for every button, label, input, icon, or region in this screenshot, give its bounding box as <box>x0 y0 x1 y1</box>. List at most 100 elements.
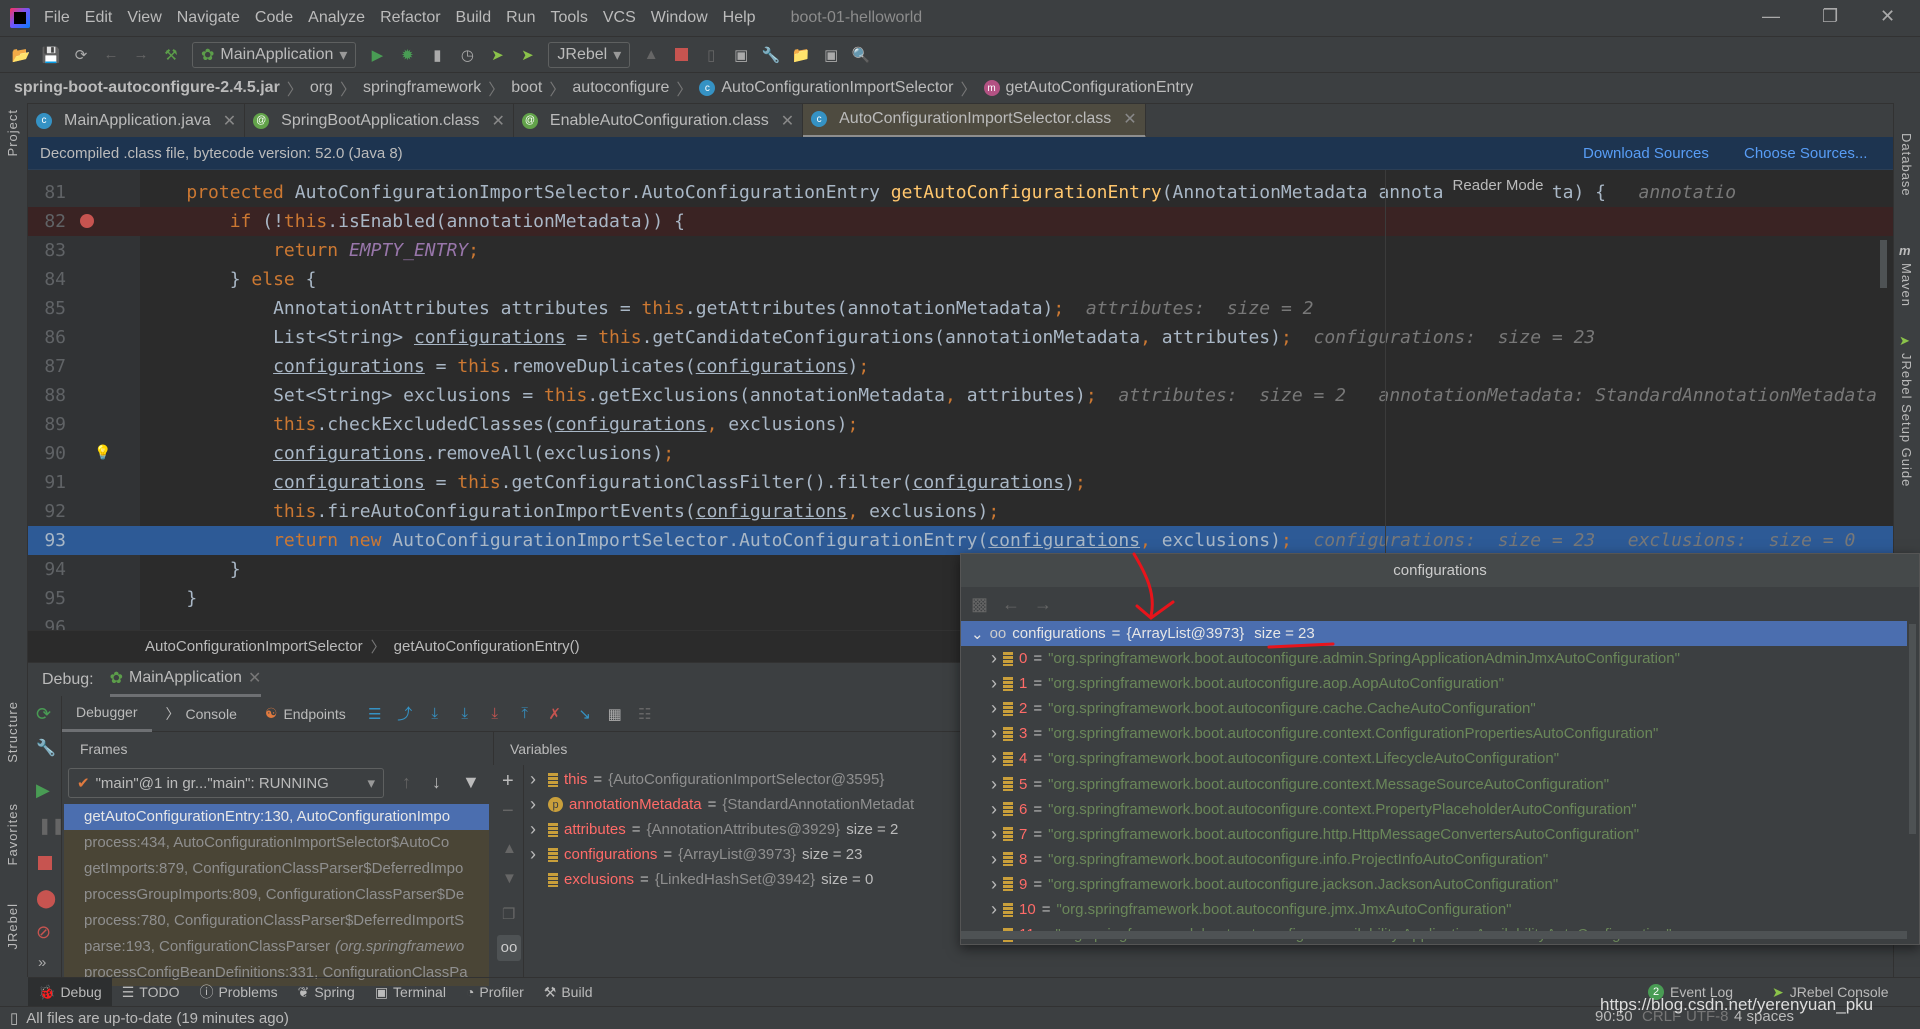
code-line[interactable]: 87 configurations = this.removeDuplicates… <box>28 352 1893 381</box>
chevron-right-icon[interactable]: › <box>991 849 997 870</box>
run-config-select[interactable]: ✿ MainApplication ▾ <box>192 41 357 68</box>
menu-window[interactable]: Window <box>651 9 708 27</box>
chevron-right-icon[interactable]: › <box>991 799 997 820</box>
deploy-icon[interactable]: ▣ <box>730 44 752 66</box>
run-icon[interactable]: ▶ <box>366 44 388 66</box>
tool-debug[interactable]: 🐞 Debug <box>28 977 112 1007</box>
chevron-right-icon[interactable]: › <box>991 774 997 795</box>
code-line[interactable]: 82 if (!this.isEnabled(annotationMetadata… <box>28 207 1893 236</box>
tab-springbootapplication-class[interactable]: @ SpringBootApplication.class ✕ <box>245 103 514 138</box>
popup-item-row[interactable]: › 8 = "org.springframework.boot.autoconfigu… <box>961 847 1907 872</box>
breakpoint-icon[interactable] <box>80 214 94 228</box>
variable-row[interactable]: › this = {AutoConfigurationImportSelector@3… <box>530 767 960 792</box>
menu-help[interactable]: Help <box>723 9 756 27</box>
tab-autoconfigurationimportselector-class[interactable]: c AutoConfigurationImportSelector.class ✕ <box>803 103 1146 138</box>
status-window-icon[interactable]: ▯ <box>10 1009 18 1027</box>
filter-icon[interactable]: ▼ <box>462 772 480 793</box>
variable-row[interactable]: › attributes = {AnnotationAttributes@3929} s… <box>530 817 960 842</box>
minimize-icon[interactable]: — <box>1762 6 1780 27</box>
structure-tool-button[interactable]: Structure <box>5 701 20 763</box>
breadcrumb-jar[interactable]: spring-boot-autoconfigure-2.4.5.jar <box>14 79 280 97</box>
view-breakpoints-icon[interactable]: ⬤ <box>36 888 56 909</box>
project-tool-button[interactable]: Project <box>5 109 20 156</box>
device-icon[interactable]: ▯ <box>700 44 722 66</box>
code-line[interactable]: 85 AnnotationAttributes attributes = this… <box>28 294 1893 323</box>
jrebel-debug-icon[interactable]: ➤ <box>516 44 538 66</box>
menu-vcs[interactable]: VCS <box>603 9 636 27</box>
menu-analyze[interactable]: Analyze <box>308 9 365 27</box>
popup-item-row[interactable]: › 1 = "org.springframework.boot.autoconfigu… <box>961 671 1907 696</box>
close-tab-icon[interactable]: ✕ <box>781 111 794 131</box>
download-sources-link[interactable]: Download Sources <box>1583 145 1709 162</box>
tab-console[interactable]: 〉 Console <box>152 696 251 732</box>
menu-view[interactable]: View <box>127 9 161 27</box>
popup-item-row[interactable]: › 7 = "org.springframework.boot.autoconfigu… <box>961 822 1907 847</box>
tool-problems[interactable]: ⓘ Problems <box>189 978 287 1007</box>
terminal-icon[interactable]: ▣ <box>820 44 842 66</box>
close-tab-icon[interactable]: ✕ <box>1123 109 1136 129</box>
chevron-right-icon[interactable]: › <box>530 794 542 815</box>
stack-frame[interactable]: process:780, ConfigurationClassParser$De… <box>64 908 489 934</box>
code-line[interactable]: 90 💡 configurations.removeAll(exclusions); <box>28 439 1893 468</box>
chevron-right-icon[interactable]: › <box>991 673 997 694</box>
chevron-right-icon[interactable]: › <box>991 723 997 744</box>
open-icon[interactable]: 📂 <box>10 44 32 66</box>
tool-spring[interactable]: ❦ Spring <box>288 978 365 1007</box>
code-line[interactable]: 86 List<String> configurations = this.get… <box>28 323 1893 352</box>
pause-icon[interactable]: ❚❚ <box>38 816 65 836</box>
add-watch-icon[interactable]: + <box>502 770 514 793</box>
code-line[interactable]: 91 configurations = this.getConfiguration… <box>28 468 1893 497</box>
coverage-icon[interactable]: ▮ <box>426 44 448 66</box>
project-structure-icon[interactable]: 📁 <box>790 44 812 66</box>
next-frame-icon[interactable]: ↓ <box>432 772 441 793</box>
build-hammer-icon[interactable]: ⚒ <box>160 44 182 66</box>
code-line[interactable]: 83 return EMPTY_ENTRY; <box>28 236 1893 265</box>
menu-navigate[interactable]: Navigate <box>177 9 240 27</box>
forward-icon[interactable]: → <box>130 44 152 66</box>
close-tab-icon[interactable]: ✕ <box>223 111 236 131</box>
editor-crumb-class[interactable]: AutoConfigurationImportSelector <box>145 638 363 655</box>
favorites-tool-button[interactable]: Favorites <box>5 803 20 865</box>
tool-terminal[interactable]: ▣ Terminal <box>365 978 456 1007</box>
breadcrumb-method[interactable]: getAutoConfigurationEntry <box>1006 79 1194 97</box>
inline-watches-icon[interactable]: oo <box>497 935 521 961</box>
show-execution-point-icon[interactable]: ⤴ <box>394 703 416 725</box>
menu-refactor[interactable]: Refactor <box>380 9 440 27</box>
maximize-icon[interactable]: ❐ <box>1822 6 1838 27</box>
chevron-right-icon[interactable]: › <box>530 819 542 840</box>
popup-item-row[interactable]: › 9 = "org.springframework.boot.autoconfigu… <box>961 872 1907 897</box>
breadcrumb-autoconfigure[interactable]: autoconfigure <box>572 79 669 97</box>
variable-row[interactable]: exclusions = {LinkedHashSet@3942} size = 0 <box>530 867 960 892</box>
prev-frame-icon[interactable]: ↑ <box>402 772 411 793</box>
menu-run[interactable]: Run <box>506 9 535 27</box>
choose-sources-link[interactable]: Choose Sources... <box>1744 145 1867 162</box>
menu-code[interactable]: Code <box>255 9 293 27</box>
trace-icon[interactable]: ☷ <box>634 703 656 725</box>
search-icon[interactable]: 🔍 <box>850 44 872 66</box>
tool-build[interactable]: ⚒ Build <box>534 978 603 1007</box>
code-line[interactable]: 89 this.checkExcludedClasses(configuratio… <box>28 410 1893 439</box>
menu-edit[interactable]: Edit <box>85 9 113 27</box>
move-up-icon[interactable]: ▲ <box>502 840 517 857</box>
chevron-right-icon[interactable]: › <box>991 874 997 895</box>
chevron-right-icon[interactable]: › <box>991 899 997 920</box>
jrebel-tool-button[interactable]: JRebel <box>5 903 20 949</box>
step-into-icon[interactable]: ⤓ <box>454 703 476 725</box>
stack-frame[interactable]: parse:193, ConfigurationClassParser (org.… <box>64 934 489 960</box>
code-line[interactable]: 88 Set<String> exclusions = this.getExclu… <box>28 381 1893 410</box>
editor-crumb-method[interactable]: getAutoConfigurationEntry() <box>394 638 580 655</box>
jrebel-run-icon[interactable]: ➤ <box>486 44 508 66</box>
debug-session-tab[interactable]: ✿ MainApplication ✕ <box>109 663 262 697</box>
popup-item-row[interactable]: › 3 = "org.springframework.boot.autoconfigu… <box>961 721 1907 746</box>
settings-wrench-icon[interactable]: 🔧 <box>36 738 56 758</box>
tab-endpoints[interactable]: ☯ Endpoints <box>251 696 360 732</box>
move-down-icon[interactable]: ▼ <box>502 870 517 887</box>
reader-mode-button[interactable]: Reader Mode <box>1443 170 1553 200</box>
intention-bulb-icon[interactable]: 💡 <box>94 439 111 468</box>
drop-frame-icon[interactable]: ✗ <box>544 703 566 725</box>
resume-icon[interactable]: ▶ <box>36 780 50 801</box>
close-icon[interactable]: ✕ <box>1880 6 1895 27</box>
chevron-right-icon[interactable]: › <box>991 748 997 769</box>
back-icon[interactable]: ← <box>100 44 122 66</box>
breadcrumb-springframework[interactable]: springframework <box>363 79 481 97</box>
